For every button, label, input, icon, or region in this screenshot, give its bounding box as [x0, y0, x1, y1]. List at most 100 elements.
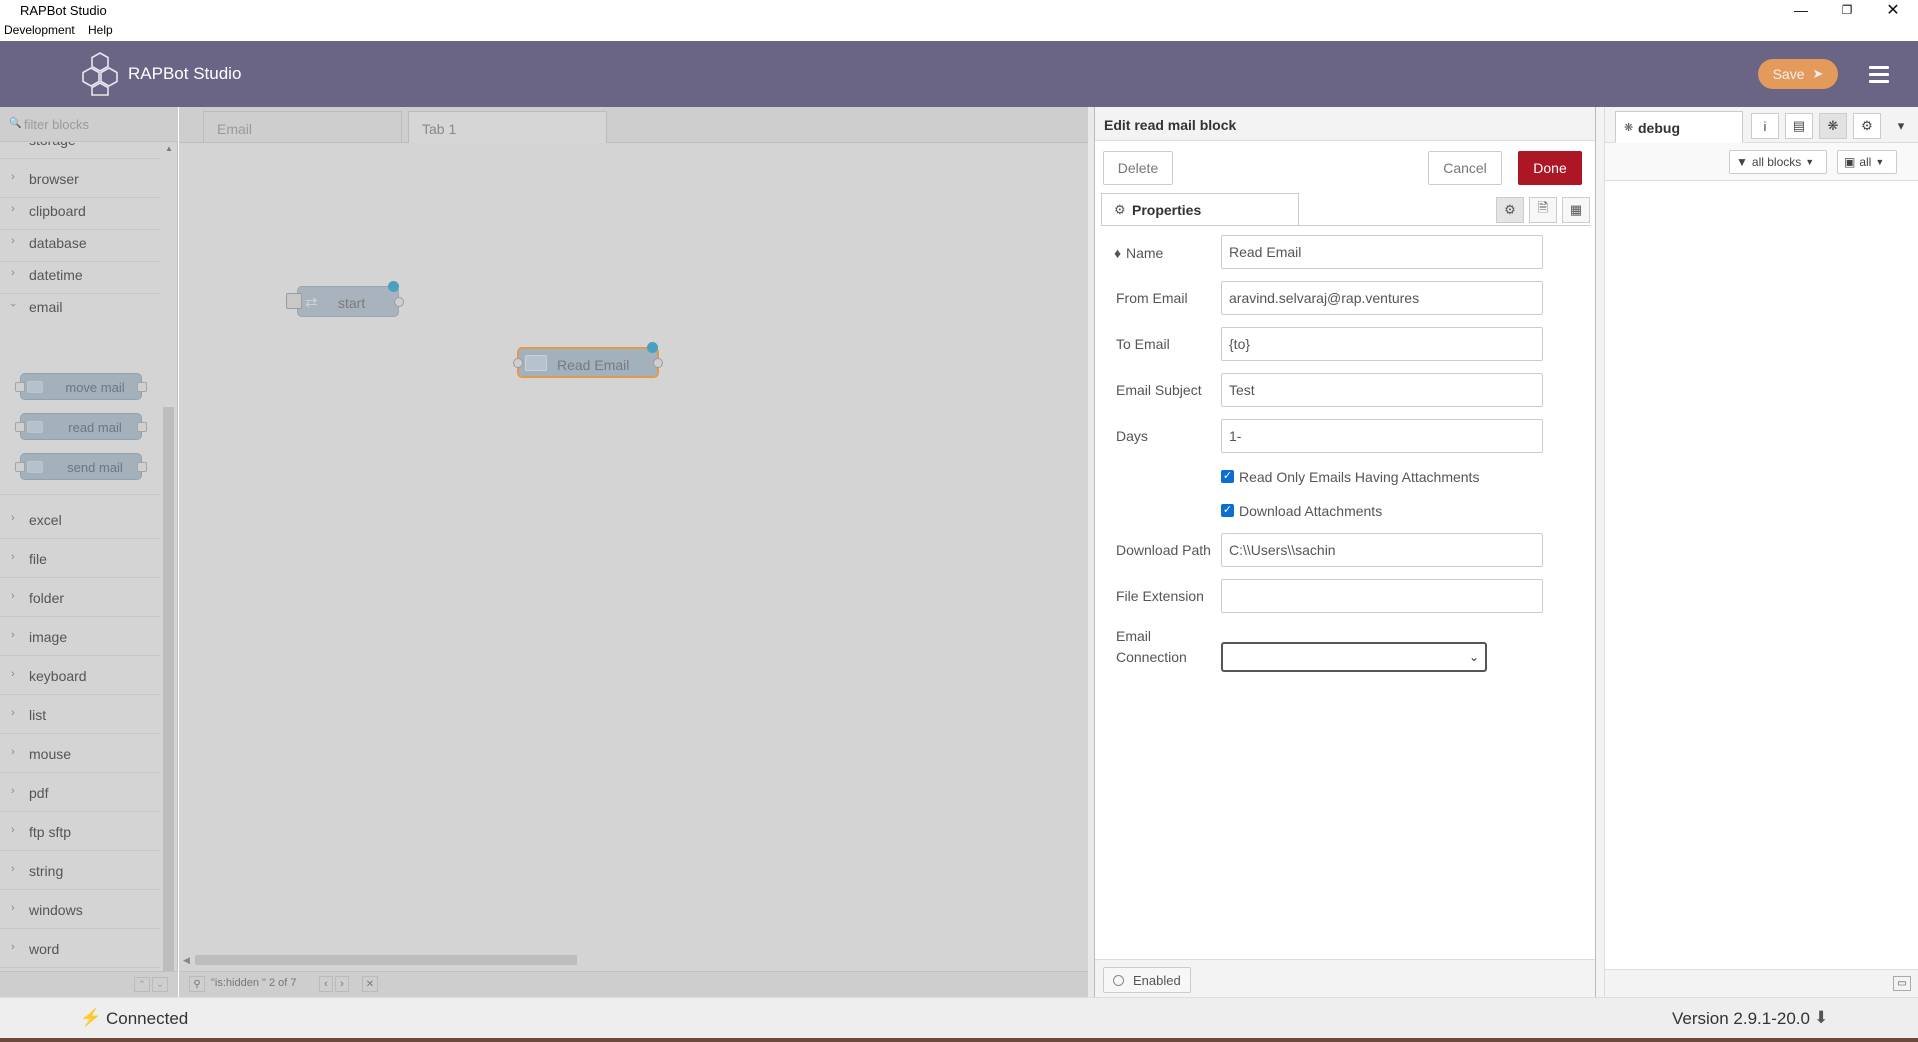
email-connection-label-line1: Email	[1116, 628, 1152, 644]
palette-category-list[interactable]: › list	[0, 695, 160, 734]
info-icon[interactable]: i	[1751, 113, 1779, 139]
category-label: excel	[29, 512, 62, 528]
tray-splitter[interactable]	[1596, 107, 1604, 997]
flow-node-start[interactable]: ⇄ start	[286, 281, 404, 317]
palette-node-read-mail[interactable]: read mail	[15, 413, 147, 440]
palette-category-storage[interactable]: storage	[0, 142, 160, 159]
restore-icon[interactable]: ❐	[1824, 0, 1870, 20]
read-only-attachments-label: Read Only Emails Having Attachments	[1239, 469, 1480, 485]
canvas-scroll-thumb[interactable]	[195, 955, 577, 965]
palette-scroll-thumb[interactable]	[163, 407, 174, 1042]
appearance-frame-icon[interactable]: ▦	[1562, 197, 1590, 223]
tray-header: Edit read mail block	[1095, 107, 1595, 141]
close-icon[interactable]: ✕	[1870, 0, 1916, 20]
mail-icon	[27, 381, 43, 393]
settings-gear-icon[interactable]: ⚙	[1496, 197, 1524, 223]
chevron-right-icon: ›	[11, 512, 15, 524]
scroll-left-icon[interactable]: ◀	[183, 955, 190, 966]
download-path-input[interactable]	[1221, 533, 1543, 567]
chevron-down-icon: ›	[6, 303, 19, 307]
menu-development[interactable]: Development	[4, 23, 75, 37]
tab-debug[interactable]: ❋ debug	[1615, 111, 1743, 143]
read-only-attachments-checkbox[interactable]: ✓	[1221, 470, 1234, 483]
palette-category-file[interactable]: › file	[0, 539, 160, 578]
flow-canvas[interactable]: ⇄ start Read Email	[179, 144, 1088, 962]
output-port[interactable]	[653, 358, 663, 368]
file-extension-input[interactable]	[1221, 579, 1543, 613]
delete-button[interactable]: Delete	[1103, 151, 1173, 185]
tab-tab-1[interactable]: Tab 1	[408, 111, 607, 143]
bug-icon: ❋	[1624, 122, 1634, 134]
to-email-label: To Email	[1116, 336, 1170, 352]
hamburger-menu-icon[interactable]	[1864, 61, 1894, 87]
chevron-right-icon[interactable]: ›	[335, 976, 349, 992]
gear-icon: ⚙	[1114, 202, 1126, 217]
days-input[interactable]	[1221, 419, 1543, 453]
name-input[interactable]	[1221, 235, 1543, 269]
dropdown-label: all	[1859, 155, 1872, 169]
book-icon[interactable]: ▤	[1785, 113, 1813, 139]
palette-category-pdf[interactable]: › pdf	[0, 773, 160, 812]
category-label: browser	[29, 171, 79, 187]
bottom-edge	[0, 1038, 1918, 1042]
output-port[interactable]	[394, 297, 404, 307]
gear-icon[interactable]: ⚙	[1853, 113, 1881, 139]
close-icon[interactable]: ✕	[362, 976, 378, 992]
palette-category-string[interactable]: › string	[0, 851, 160, 890]
palette-node-move-mail[interactable]: move mail	[15, 373, 147, 400]
palette-category-folder[interactable]: › folder	[0, 578, 160, 617]
category-label: windows	[29, 902, 83, 918]
chevron-left-icon[interactable]: ‹	[319, 976, 333, 992]
caret-down-icon: ▼	[1875, 157, 1885, 167]
window-title: RAPBot Studio	[20, 3, 107, 18]
palette-category-image[interactable]: › image	[0, 617, 160, 656]
app-name: RAPBot Studio	[128, 64, 242, 83]
filter-blocks-dropdown[interactable]: ▼ all blocks ▼	[1729, 150, 1827, 174]
tray-footer: Enabled	[1095, 959, 1595, 997]
inject-button[interactable]	[286, 293, 302, 309]
palette-category-keyboard[interactable]: › keyboard	[0, 656, 160, 695]
tab-properties[interactable]: ⚙ Properties	[1101, 193, 1299, 226]
search-icon[interactable]: ⚲	[189, 976, 205, 992]
filter-blocks-input[interactable]: 🔍 filter blocks	[0, 107, 178, 142]
scroll-up-icon[interactable]: ▲	[165, 144, 173, 153]
input-port[interactable]	[513, 358, 523, 368]
palette-category-email[interactable]: › email	[0, 287, 160, 326]
email-connection-select[interactable]: ⌄	[1221, 642, 1487, 672]
node-label: send mail	[67, 460, 123, 475]
collapse-down-icon[interactable]: ⌄	[152, 977, 168, 992]
cancel-button[interactable]: Cancel	[1428, 151, 1502, 185]
monitor-icon[interactable]: ▭	[1893, 976, 1911, 991]
download-icon[interactable]: ⬇	[1814, 1008, 1828, 1028]
palette-category-mouse[interactable]: › mouse	[0, 734, 160, 773]
email-subject-input[interactable]	[1221, 373, 1543, 407]
node-label: start	[338, 295, 366, 311]
done-button[interactable]: Done	[1518, 151, 1582, 185]
app-header: RAPBot Studio Save ➤	[0, 41, 1918, 107]
sidebar-footer: ▭	[1605, 969, 1918, 997]
edit-tray: Edit read mail block Delete Cancel Done …	[1094, 107, 1596, 997]
palette-category-excel[interactable]: › excel	[0, 500, 160, 539]
bug-icon[interactable]: ❋	[1819, 113, 1847, 139]
collapse-up-icon[interactable]: ⌃	[134, 977, 150, 992]
from-email-input[interactable]	[1221, 281, 1543, 315]
menu-help[interactable]: Help	[88, 23, 113, 37]
palette-node-send-mail[interactable]: send mail	[15, 453, 147, 480]
palette-category-word[interactable]: › word	[0, 929, 160, 968]
enabled-toggle[interactable]: Enabled	[1103, 967, 1191, 993]
palette-category-windows[interactable]: › windows	[0, 890, 160, 929]
category-label: datetime	[29, 267, 83, 283]
node-label: Read Email	[557, 357, 630, 373]
minimize-icon[interactable]: —	[1778, 0, 1824, 20]
caret-down-icon: ▼	[1805, 157, 1815, 167]
clear-messages-dropdown[interactable]: ▣ all ▼	[1837, 150, 1897, 174]
save-button[interactable]: Save ➤	[1758, 59, 1838, 89]
tab-email[interactable]: Email	[203, 111, 402, 143]
category-label: image	[29, 629, 68, 645]
download-attachments-checkbox[interactable]: ✓	[1221, 504, 1234, 517]
chevron-down-icon[interactable]: ▾	[1887, 113, 1915, 139]
to-email-input[interactable]	[1221, 327, 1543, 361]
description-file-icon[interactable]: 🗎	[1529, 197, 1557, 223]
palette-category-ftp-sftp[interactable]: › ftp sftp	[0, 812, 160, 851]
flow-node-read-email[interactable]: Read Email	[513, 342, 663, 378]
